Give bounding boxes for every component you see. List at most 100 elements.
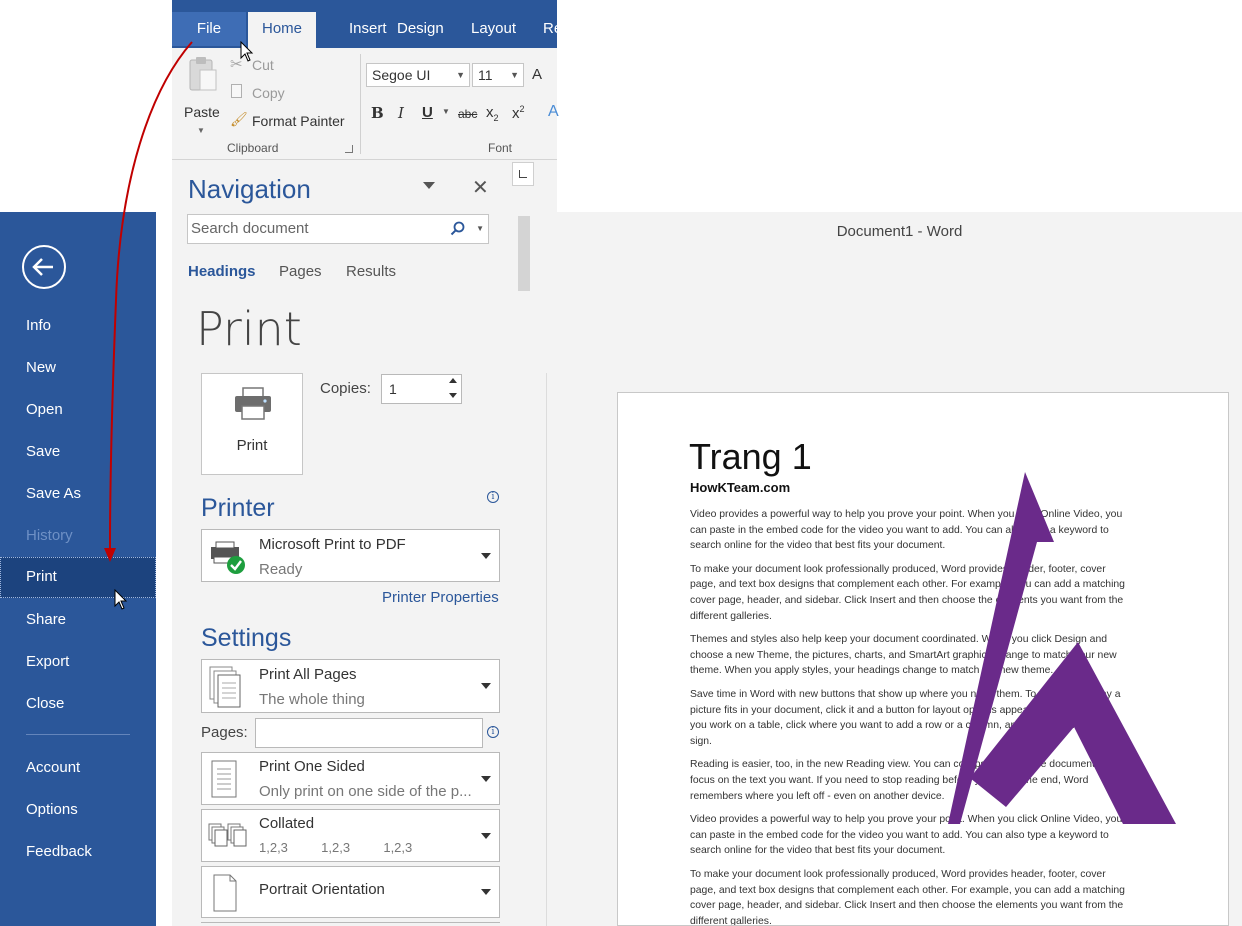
chevron-down-icon: ▼ <box>456 70 465 80</box>
sided-dropdown[interactable]: Print One Sided Only print on one side o… <box>201 752 500 805</box>
chevron-down-icon <box>481 889 491 895</box>
pages-stack-icon <box>209 666 241 708</box>
font-size-combo[interactable]: 11 ▼ <box>472 63 524 87</box>
printer-heading: Printer <box>201 494 275 522</box>
close-icon[interactable]: ✕ <box>472 175 489 200</box>
menu-feedback[interactable]: Feedback <box>0 832 156 872</box>
tab-references[interactable]: Re <box>530 12 575 48</box>
menu-open[interactable]: Open <box>0 390 156 430</box>
menu-export[interactable]: Export <box>0 642 156 682</box>
navigation-title: Navigation <box>188 174 311 204</box>
tab-layout[interactable]: Layout <box>458 12 529 48</box>
navigation-options-icon[interactable] <box>423 182 435 189</box>
chevron-down-icon <box>481 833 491 839</box>
printer-properties-link[interactable]: Printer Properties <box>382 589 499 606</box>
tab-design[interactable]: Design <box>384 12 457 48</box>
sided-description: Only print on one side of the p... <box>259 783 472 800</box>
print-heading: Print <box>196 302 302 356</box>
printer-icon <box>235 387 271 420</box>
chevron-down-icon[interactable]: ▼ <box>476 215 484 243</box>
paragraph-line: search online for the video that best fi… <box>690 845 946 857</box>
paragraph-line: cover page, header, and sidebar. Click I… <box>690 900 1124 912</box>
grow-font-button[interactable]: A <box>532 66 542 83</box>
ruler-track <box>518 216 530 291</box>
collated-icon <box>208 823 247 847</box>
tab-results[interactable]: Results <box>346 263 396 280</box>
document-subtitle: HowKTeam.com <box>690 480 791 495</box>
search-input[interactable]: Search document ▼ <box>187 214 489 244</box>
cut-label: Cut <box>252 57 274 73</box>
tab-headings[interactable]: Headings <box>188 263 256 280</box>
tab-pages[interactable]: Pages <box>279 263 322 280</box>
cursor-icon <box>114 589 128 610</box>
pages-input[interactable] <box>255 718 483 748</box>
menu-share[interactable]: Share <box>0 600 156 640</box>
chevron-down-icon <box>481 553 491 559</box>
paste-label: Paste <box>184 104 220 120</box>
group-divider <box>360 54 361 154</box>
menu-info[interactable]: Info <box>0 306 156 346</box>
menu-close[interactable]: Close <box>0 684 156 724</box>
menu-options[interactable]: Options <box>0 790 156 830</box>
menu-print[interactable]: Print <box>0 557 156 598</box>
print-button[interactable]: Print <box>201 373 303 475</box>
increment-icon[interactable] <box>449 378 457 383</box>
printer-dropdown[interactable]: Microsoft Print to PDF Ready <box>201 529 500 582</box>
font-name-combo[interactable]: Segoe UI ▼ <box>366 63 470 87</box>
copies-stepper[interactable]: 1 <box>381 374 462 404</box>
orientation-dropdown[interactable]: Portrait Orientation <box>201 866 500 918</box>
menu-save-as[interactable]: Save As <box>0 474 156 514</box>
clipboard-group-label: Clipboard <box>227 141 279 155</box>
collation-value: Collated <box>259 815 315 832</box>
menu-new[interactable]: New <box>0 348 156 388</box>
paste-button[interactable]: Paste ▼ <box>178 54 224 135</box>
collation-dropdown[interactable]: Collated 1,2,3 1,2,3 1,2,3 <box>201 809 500 862</box>
italic-button[interactable]: I <box>398 104 404 122</box>
info-icon[interactable]: i <box>487 726 499 738</box>
pages-label: Pages: <box>201 724 248 741</box>
print-range-value: Print All Pages <box>259 666 357 683</box>
howkteam-logo-watermark <box>948 472 1176 824</box>
search-icon[interactable] <box>450 221 466 237</box>
paragraph-line: page, and text box designs that compleme… <box>690 884 1125 896</box>
underline-dropdown-icon[interactable]: ▼ <box>442 107 450 116</box>
menu-save[interactable]: Save <box>0 432 156 472</box>
settings-heading: Settings <box>201 624 292 652</box>
bold-button[interactable]: B <box>371 104 384 122</box>
info-icon[interactable]: i <box>487 491 499 503</box>
chevron-down-icon <box>481 776 491 782</box>
next-dropdown-edge <box>201 922 500 926</box>
tab-file[interactable]: File <box>172 12 246 46</box>
paragraph-line: different galleries. <box>690 915 772 926</box>
format-painter-label: Format Painter <box>252 113 345 129</box>
pane-divider <box>546 373 547 926</box>
document-heading: Trang 1 <box>689 436 812 477</box>
subscript-button[interactable]: x2 <box>486 104 499 123</box>
copy-button[interactable]: Copy <box>230 83 330 105</box>
back-button[interactable] <box>22 245 66 289</box>
vertical-ruler <box>510 160 557 291</box>
navigation-pane: Navigation ✕ Search document ▼ Headings … <box>172 160 510 291</box>
subscript-letter: x <box>486 104 494 121</box>
decrement-icon[interactable] <box>449 393 457 398</box>
menu-divider <box>26 734 130 735</box>
text-effects-icon[interactable]: A <box>548 103 559 121</box>
printer-name: Microsoft Print to PDF <box>259 536 406 553</box>
title-bar: Document1 - Word <box>557 212 1242 252</box>
copy-icon <box>231 84 242 98</box>
underline-button[interactable]: U <box>422 104 433 121</box>
clipboard-launcher-icon[interactable] <box>345 145 353 153</box>
copies-value: 1 <box>389 381 397 397</box>
format-painter-button[interactable]: 🖌 Format Painter <box>230 111 355 133</box>
document-paragraph: To make your document look professionall… <box>690 867 1158 926</box>
strikethrough-button[interactable]: abc <box>458 107 477 121</box>
tab-selector-icon[interactable] <box>512 162 534 186</box>
print-range-dropdown[interactable]: Print All Pages The whole thing <box>201 659 500 713</box>
collation-set: 1,2,3 <box>383 840 413 855</box>
menu-account[interactable]: Account <box>0 748 156 788</box>
tab-home[interactable]: Home <box>248 12 316 48</box>
superscript-button[interactable]: x2 <box>512 104 525 122</box>
paste-icon <box>189 57 217 91</box>
font-size-value: 11 <box>478 67 493 83</box>
ribbon-tab-bar: File Home Insert Design Layout Re <box>172 0 562 48</box>
